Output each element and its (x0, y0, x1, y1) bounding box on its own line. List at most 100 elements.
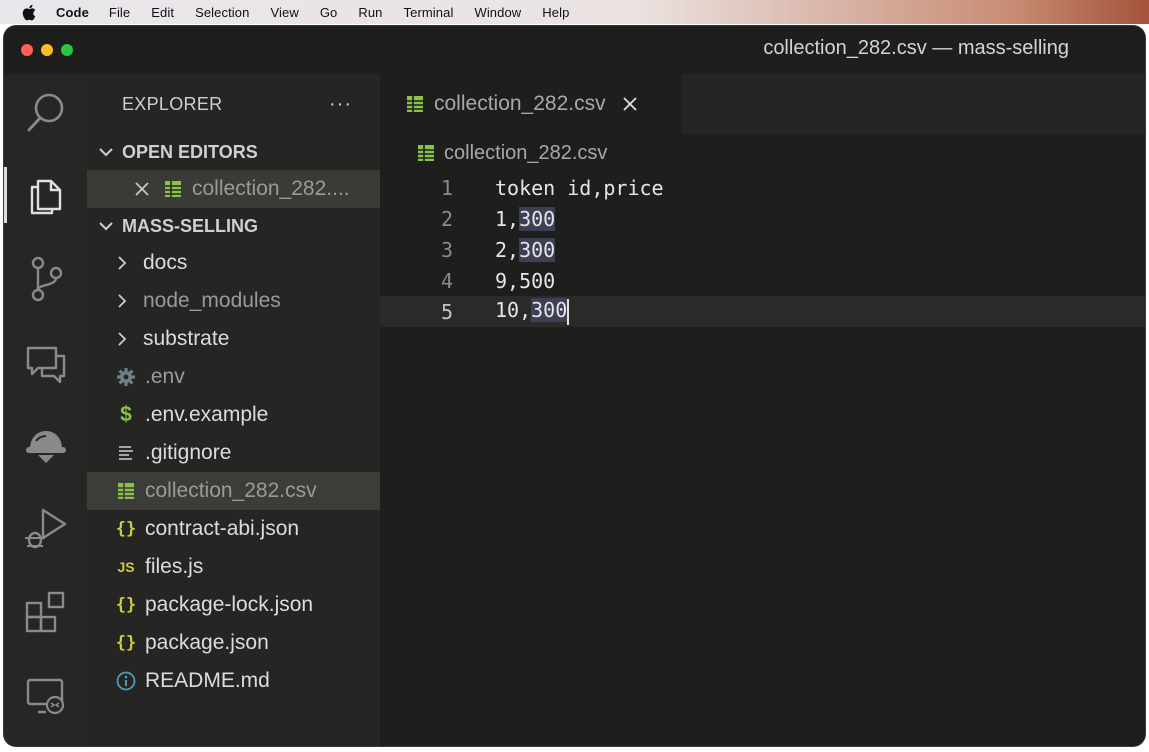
selection-highlight: 300 (519, 237, 556, 262)
code-line: 3 2,300 (380, 234, 1145, 265)
file-label: collection_282.csv (145, 479, 317, 502)
extensions-icon[interactable] (4, 584, 87, 640)
maximize-window-button[interactable] (61, 44, 73, 56)
folder-label: docs (143, 251, 188, 274)
macos-menu-bar: Code File Edit Selection View Go Run Ter… (0, 0, 1149, 24)
file-label: .env (145, 365, 185, 388)
table-icon (114, 479, 138, 503)
code-line: 1 token id,price (380, 172, 1145, 203)
line-content: 2,300 (495, 237, 556, 262)
title-bar: collection_282.csv — mass-selling (4, 26, 1145, 74)
lines-icon (114, 441, 138, 465)
explorer-icon[interactable] (4, 167, 87, 223)
file-readme[interactable]: README.md (87, 662, 380, 700)
line-number: 5 (440, 299, 453, 324)
file-label: .env.example (145, 403, 269, 426)
file-env-example[interactable]: $ .env.example (87, 396, 380, 434)
folder-label: substrate (143, 327, 230, 350)
open-editors-header[interactable]: OPEN EDITORS (87, 134, 380, 170)
tab-collection-csv[interactable]: collection_282.csv (380, 74, 681, 134)
minimize-window-button[interactable] (41, 44, 53, 56)
editor-area: collection_282.csv collection_282.csv 1 … (380, 74, 1145, 746)
extension-helmet-icon[interactable] (4, 419, 87, 475)
line-content: token id,price (495, 175, 664, 200)
chevron-right-icon (117, 293, 131, 309)
menu-run[interactable]: Run (358, 5, 382, 20)
window-title: collection_282.csv — mass-selling (763, 37, 1069, 59)
chevron-right-icon (117, 255, 131, 271)
menu-file[interactable]: File (109, 5, 130, 20)
tab-bar: collection_282.csv (380, 74, 1145, 134)
file-files-js[interactable]: JS files.js (87, 548, 380, 586)
close-icon[interactable] (622, 96, 638, 112)
run-debug-icon[interactable] (4, 501, 87, 557)
file-contract-abi[interactable]: {} contract-abi.json (87, 510, 380, 548)
file-gitignore[interactable]: .gitignore (87, 434, 380, 472)
file-label: README.md (145, 669, 270, 692)
menu-selection[interactable]: Selection (195, 5, 249, 20)
folder-node-modules[interactable]: node_modules (87, 282, 380, 320)
file-label: package.json (145, 631, 269, 654)
tab-label: collection_282.csv (434, 92, 606, 115)
folder-label: node_modules (143, 289, 281, 312)
code-line: 2 1,300 (380, 203, 1145, 234)
file-package-json[interactable]: {} package.json (87, 624, 380, 662)
breadcrumb-file: collection_282.csv (444, 141, 608, 164)
file-label: contract-abi.json (145, 517, 300, 540)
project-header[interactable]: MASS-SELLING (87, 208, 380, 244)
folder-substrate[interactable]: substrate (87, 320, 380, 358)
menu-terminal[interactable]: Terminal (404, 5, 454, 20)
breadcrumb[interactable]: collection_282.csv (380, 134, 1145, 172)
remote-explorer-icon[interactable] (4, 668, 87, 724)
close-icon[interactable] (131, 181, 153, 197)
file-env[interactable]: .env (87, 358, 380, 396)
braces-icon: {} (115, 595, 137, 615)
table-icon (406, 95, 424, 113)
file-collection-csv[interactable]: collection_282.csv (87, 472, 380, 510)
explorer-sidebar: EXPLORER ··· OPEN EDITORS collection_282… (87, 74, 380, 746)
line-content: 9,500 (495, 268, 556, 293)
braces-icon: {} (115, 519, 137, 539)
code-editor[interactable]: 1 token id,price 2 1,300 3 2,300 4 9,500… (380, 172, 1145, 327)
explorer-header: EXPLORER ··· (87, 74, 380, 134)
chevron-down-icon (95, 221, 117, 231)
menu-app-name[interactable]: Code (56, 5, 89, 20)
close-window-button[interactable] (21, 44, 33, 56)
dollar-icon: $ (120, 403, 132, 426)
apple-logo-icon[interactable] (22, 0, 42, 24)
menu-window[interactable]: Window (474, 5, 521, 20)
source-control-icon[interactable] (4, 251, 87, 307)
line-number: 4 (440, 268, 453, 293)
folder-docs[interactable]: docs (87, 244, 380, 282)
open-editor-item[interactable]: collection_282.... (87, 170, 380, 208)
selection-highlight: 300 (519, 206, 556, 231)
file-label: files.js (145, 555, 204, 578)
line-content: 10,300 (495, 298, 570, 325)
more-actions-button[interactable]: ··· (329, 94, 352, 114)
menu-help[interactable]: Help (542, 5, 569, 20)
info-icon (114, 669, 138, 693)
text-cursor (567, 298, 570, 325)
activity-bar (4, 74, 87, 746)
file-label: .gitignore (145, 441, 232, 464)
file-package-lock[interactable]: {} package-lock.json (87, 586, 380, 624)
open-editors-label: OPEN EDITORS (122, 141, 258, 162)
menu-edit[interactable]: Edit (151, 5, 174, 20)
project-label: MASS-SELLING (122, 215, 259, 236)
file-label: package-lock.json (145, 593, 314, 616)
table-icon (417, 144, 435, 162)
menu-view[interactable]: View (270, 5, 298, 20)
search-icon[interactable] (4, 84, 87, 140)
table-icon (161, 177, 185, 201)
braces-icon: {} (115, 633, 137, 653)
comments-icon[interactable] (4, 336, 87, 392)
menu-go[interactable]: Go (320, 5, 338, 20)
vscode-window: collection_282.csv — mass-selling EXPLOR… (4, 26, 1145, 746)
code-line-current: 5 10,300 (380, 296, 1145, 327)
explorer-title: EXPLORER (122, 93, 223, 114)
selection-highlight: 300 (531, 298, 568, 323)
js-icon: JS (117, 559, 135, 575)
line-number: 3 (440, 237, 453, 262)
window-controls (21, 44, 81, 56)
chevron-down-icon (95, 147, 117, 157)
